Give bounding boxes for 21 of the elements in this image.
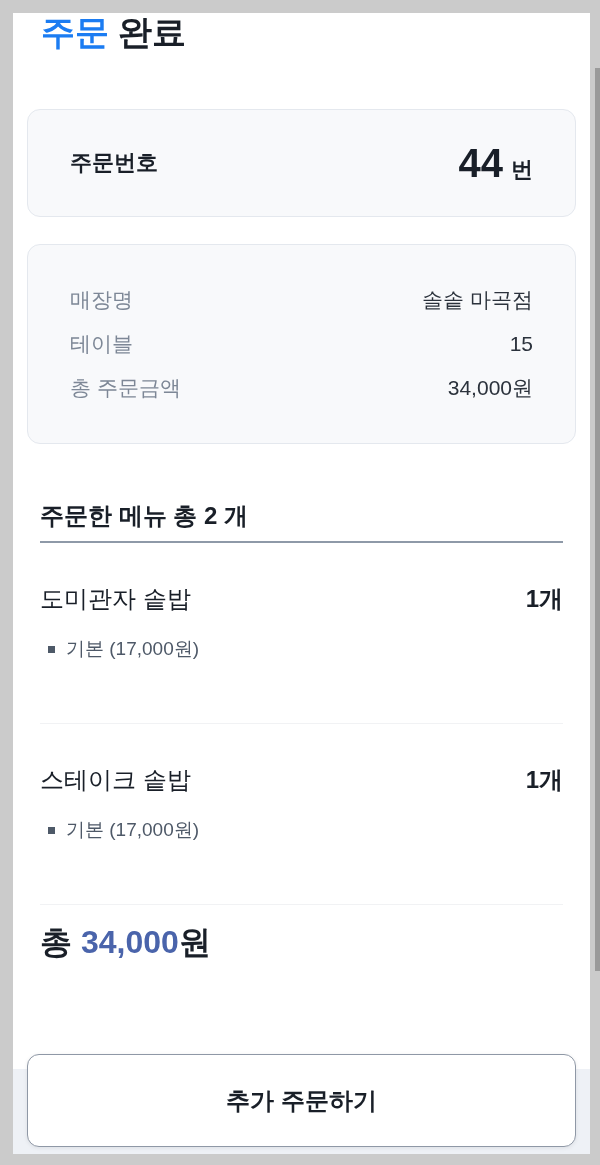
- square-bullet-icon: [48, 826, 55, 834]
- menu-item-quantity: 1개: [525, 765, 563, 795]
- info-value: 34,000원: [447, 375, 533, 401]
- menu-option-text: 기본 (17,000원): [66, 637, 200, 661]
- menu-item-name: 스테이크 솥밥: [40, 765, 191, 795]
- info-label: 총 주문금액: [70, 375, 181, 401]
- info-value: 15: [509, 331, 533, 357]
- menu-item-name: 도미관자 솥밥: [40, 584, 191, 614]
- add-order-button[interactable]: 추가 주문하기: [27, 1054, 576, 1147]
- order-number-label: 주문번호: [70, 149, 158, 177]
- menu-option-text: 기본 (17,000원): [66, 818, 200, 842]
- order-number-value: 44 번: [458, 140, 533, 186]
- info-label: 테이블: [70, 331, 133, 357]
- page-title: 주문 완료: [41, 13, 187, 51]
- section-heading: 주문한 메뉴 총 2 개: [40, 501, 563, 543]
- menu-item-quantity: 1개: [525, 584, 563, 614]
- info-label: 매장명: [70, 287, 133, 313]
- square-bullet-icon: [48, 645, 55, 653]
- scrollbar-thumb[interactable]: [595, 68, 600, 971]
- total-price: 총 34,000원: [40, 923, 211, 962]
- info-value: 솔솥 마곡점: [422, 287, 533, 313]
